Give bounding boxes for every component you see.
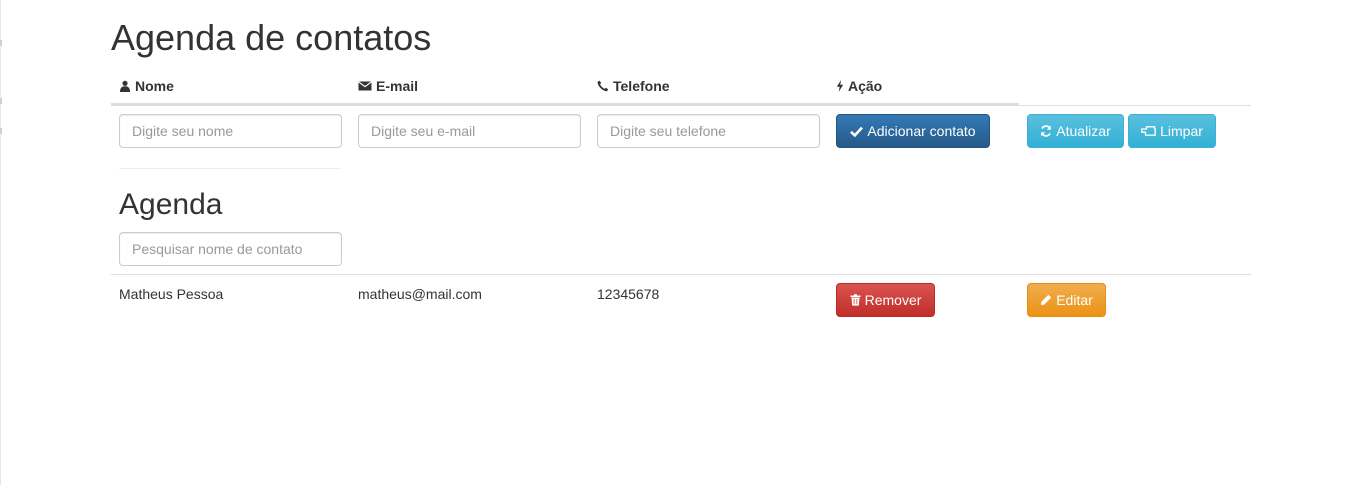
row-divider [111,274,1251,275]
check-icon [850,126,864,137]
contact-email: matheus@mail.com [358,286,482,302]
add-contact-button-label: Adicionar contato [867,123,976,139]
window-left-edge [0,0,1,485]
update-button[interactable]: Atualizar [1027,114,1124,148]
column-header-email-label: E-mail [376,78,419,94]
envelope-icon [358,80,372,92]
phone-input[interactable] [597,114,820,148]
agenda-title: Agenda [119,188,223,221]
table-header: Nome E-mail Telefone Ação [111,72,1251,106]
header-divider [111,105,1251,106]
phone-icon [597,80,609,92]
edge-marker [0,98,2,104]
update-button-label: Atualizar [1056,123,1111,139]
trash-icon [850,294,861,306]
column-header-name-label: Nome [135,78,174,94]
edge-marker [0,128,2,134]
search-contact-input[interactable] [119,232,342,266]
name-input[interactable] [119,114,342,148]
column-header-action-label: Ação [848,78,883,94]
edit-contact-button[interactable]: Editar [1027,283,1106,317]
refresh-icon [1040,125,1052,137]
contact-phone: 12345678 [597,286,660,302]
page-title: Agenda de contatos [111,17,432,58]
section-divider [119,168,341,169]
column-header-action: Ação [836,78,882,94]
email-input[interactable] [358,114,581,148]
edge-marker [0,40,2,46]
contact-name: Matheus Pessoa [119,286,224,302]
clear-button[interactable]: Limpar [1128,114,1216,148]
user-icon [119,80,131,92]
remove-contact-button[interactable]: Remover [836,283,935,317]
column-header-name: Nome [119,78,174,94]
edit-contact-button-label: Editar [1056,292,1093,308]
remove-contact-button-label: Remover [864,292,922,308]
column-header-phone: Telefone [597,78,670,94]
add-contact-button[interactable]: Adicionar contato [836,114,990,148]
hand-icon [1141,125,1156,137]
column-header-email: E-mail [358,78,418,94]
pencil-icon [1040,294,1052,306]
clear-button-label: Limpar [1160,123,1203,139]
column-header-phone-label: Telefone [613,78,670,94]
bolt-icon [836,80,844,92]
